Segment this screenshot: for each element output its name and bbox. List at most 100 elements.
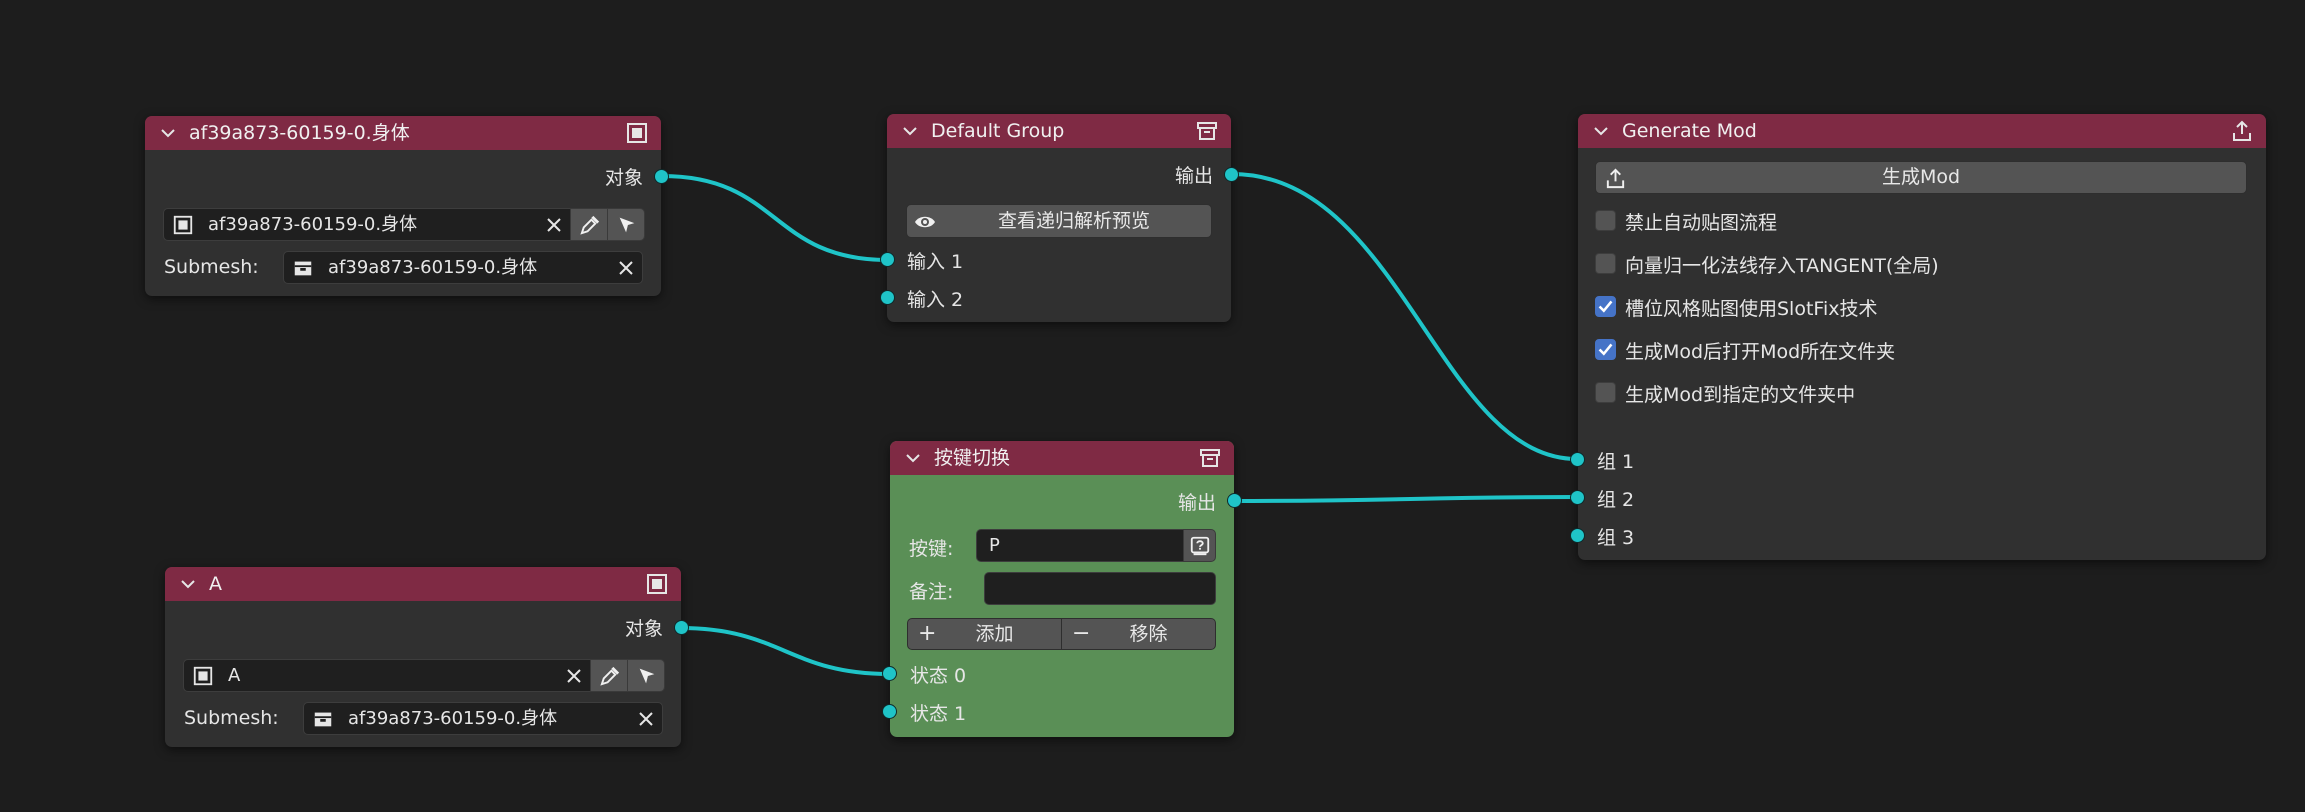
output-socket[interactable] bbox=[1224, 167, 1239, 182]
chevron-down-icon[interactable] bbox=[181, 579, 195, 589]
export-icon[interactable] bbox=[2230, 119, 2254, 143]
node-key-switch[interactable]: 按键切换 输出 按键: P 备注: + 添加 − 移除 状态 0 状态 1 bbox=[890, 441, 1234, 737]
key-capture-button[interactable] bbox=[1183, 529, 1216, 562]
chevron-down-icon[interactable] bbox=[903, 126, 917, 136]
node-header[interactable]: Default Group bbox=[887, 114, 1231, 148]
group-label-3: 组 3 bbox=[1597, 527, 1635, 549]
close-icon[interactable] bbox=[638, 711, 654, 727]
object-frame-icon bbox=[193, 666, 213, 686]
button-label: 移除 bbox=[1129, 623, 1168, 645]
option-label-1: 向量归一化法线存入TANGENT(全局) bbox=[1625, 255, 1939, 277]
node-title: A bbox=[209, 573, 222, 595]
button-label: 添加 bbox=[975, 623, 1014, 645]
node-default-group[interactable]: Default Group 输出 查看递归解析预览 输入 1 输入 2 bbox=[887, 114, 1231, 322]
input-label-2: 输入 2 bbox=[907, 289, 964, 311]
node-header[interactable]: af39a873-60159-0.身体 bbox=[145, 116, 661, 150]
checkmark-icon bbox=[1598, 343, 1613, 356]
add-state-button[interactable]: + 添加 bbox=[907, 618, 1062, 650]
object-value: A bbox=[228, 665, 241, 686]
note-label: 备注: bbox=[909, 581, 954, 603]
generate-mod-button[interactable]: 生成Mod bbox=[1595, 161, 2247, 194]
key-value: P bbox=[989, 535, 1000, 556]
option-label-0: 禁止自动贴图流程 bbox=[1625, 212, 1778, 234]
checkmark-icon bbox=[1598, 300, 1613, 313]
node-title: af39a873-60159-0.身体 bbox=[189, 122, 410, 144]
key-input[interactable]: P bbox=[976, 529, 1196, 562]
option-label-4: 生成Mod到指定的文件夹中 bbox=[1625, 384, 1856, 406]
eyedropper-icon bbox=[600, 666, 620, 686]
archive-box-icon[interactable] bbox=[1198, 446, 1222, 470]
close-icon[interactable] bbox=[546, 217, 562, 233]
output-socket[interactable] bbox=[654, 169, 669, 184]
submesh-label: Submesh: bbox=[184, 707, 279, 729]
node-header[interactable]: 按键切换 bbox=[890, 441, 1234, 475]
object-field[interactable]: A bbox=[183, 659, 608, 692]
input-socket-1[interactable] bbox=[880, 252, 895, 267]
link-switch-output-to-group-2 bbox=[1234, 495, 1578, 503]
input-socket-2[interactable] bbox=[880, 290, 895, 305]
output-socket[interactable] bbox=[674, 620, 689, 635]
option-checkbox-1[interactable] bbox=[1595, 253, 1616, 274]
state-label-0: 状态 0 bbox=[910, 665, 967, 687]
output-label: 输出 bbox=[1174, 165, 1213, 187]
note-input[interactable] bbox=[984, 572, 1216, 605]
node-generate-mod[interactable]: Generate Mod 生成Mod 禁止自动贴图流程 向量归一化法线存入TAN… bbox=[1578, 114, 2266, 560]
option-checkbox-0[interactable] bbox=[1595, 210, 1616, 231]
node-title: Default Group bbox=[931, 120, 1065, 142]
submesh-field[interactable]: af39a873-60159-0.身体 bbox=[303, 702, 663, 735]
link-a-to-state-0 bbox=[680, 626, 890, 676]
submesh-value: af39a873-60159-0.身体 bbox=[348, 708, 558, 729]
output-label: 对象 bbox=[604, 167, 643, 189]
option-checkbox-4[interactable] bbox=[1595, 382, 1616, 403]
button-label: 查看递归解析预览 bbox=[997, 210, 1150, 232]
submesh-field[interactable]: af39a873-60159-0.身体 bbox=[283, 251, 643, 284]
state-socket-0[interactable] bbox=[882, 666, 897, 681]
output-label: 对象 bbox=[624, 618, 663, 640]
state-label-1: 状态 1 bbox=[910, 703, 967, 725]
output-label: 输出 bbox=[1177, 492, 1216, 514]
button-label: 生成Mod bbox=[1881, 166, 1961, 188]
group-label-1: 组 1 bbox=[1597, 451, 1635, 473]
eyedropper-button[interactable] bbox=[570, 208, 608, 241]
chevron-down-icon[interactable] bbox=[1594, 126, 1608, 136]
node-title: 按键切换 bbox=[934, 447, 1011, 469]
group-socket-3[interactable] bbox=[1570, 528, 1585, 543]
group-socket-1[interactable] bbox=[1570, 452, 1585, 467]
chevron-down-icon[interactable] bbox=[161, 128, 175, 138]
link-group-output-to-group-1 bbox=[1231, 172, 1578, 461]
node-object-a[interactable]: A 对象 A Submesh: af39a873-60159-0.身体 bbox=[165, 567, 681, 747]
cursor-pointer-icon bbox=[639, 668, 655, 684]
output-socket[interactable] bbox=[1227, 493, 1242, 508]
input-label-1: 输入 1 bbox=[907, 251, 964, 273]
eyedropper-button[interactable] bbox=[590, 659, 628, 692]
object-frame-icon[interactable] bbox=[645, 572, 669, 596]
close-icon[interactable] bbox=[566, 668, 582, 684]
archive-box-icon[interactable] bbox=[1195, 119, 1219, 143]
node-title: Generate Mod bbox=[1622, 120, 1757, 142]
cursor-pointer-icon bbox=[619, 217, 635, 233]
link-body-to-group-input-1 bbox=[661, 174, 889, 262]
state-socket-1[interactable] bbox=[882, 704, 897, 719]
pick-cursor-button[interactable] bbox=[607, 208, 645, 241]
object-frame-icon[interactable] bbox=[625, 121, 649, 145]
close-icon[interactable] bbox=[618, 260, 634, 276]
recursive-preview-button[interactable]: 查看递归解析预览 bbox=[906, 204, 1212, 238]
chevron-down-icon[interactable] bbox=[906, 453, 920, 463]
group-socket-2[interactable] bbox=[1570, 490, 1585, 505]
keyboard-help-icon bbox=[1190, 536, 1210, 556]
node-header[interactable]: A bbox=[165, 567, 681, 601]
option-label-3: 生成Mod后打开Mod所在文件夹 bbox=[1625, 341, 1896, 363]
key-label: 按键: bbox=[909, 538, 954, 560]
submesh-label: Submesh: bbox=[164, 256, 259, 278]
node-object-body[interactable]: af39a873-60159-0.身体 对象 af39a873-60159-0.… bbox=[145, 116, 661, 296]
submesh-value: af39a873-60159-0.身体 bbox=[328, 257, 538, 278]
node-header[interactable]: Generate Mod bbox=[1578, 114, 2266, 148]
mesh-data-icon bbox=[294, 261, 312, 276]
option-checkbox-2[interactable] bbox=[1595, 296, 1616, 317]
object-field[interactable]: af39a873-60159-0.身体 bbox=[163, 208, 588, 241]
remove-state-button[interactable]: − 移除 bbox=[1061, 618, 1216, 650]
group-label-2: 组 2 bbox=[1597, 489, 1635, 511]
option-checkbox-3[interactable] bbox=[1595, 339, 1616, 360]
pick-cursor-button[interactable] bbox=[627, 659, 665, 692]
option-label-2: 槽位风格贴图使用SlotFix技术 bbox=[1625, 298, 1878, 320]
